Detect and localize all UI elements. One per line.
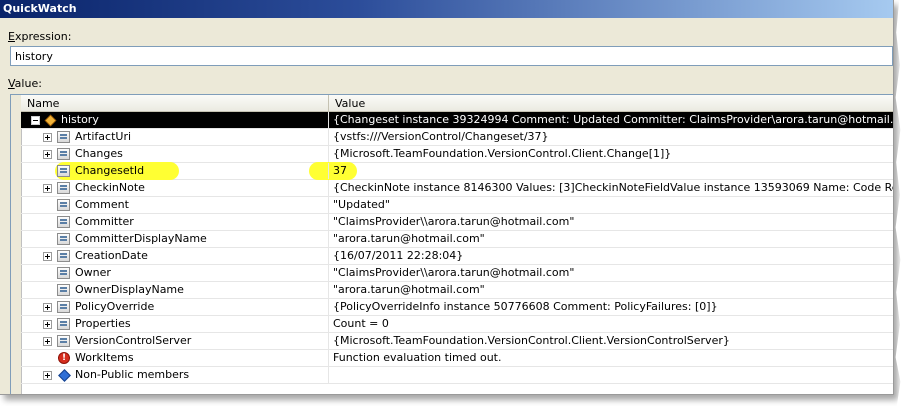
- name-cell: Comment: [21, 197, 329, 213]
- error-icon: !: [58, 352, 70, 364]
- value-cell[interactable]: [329, 367, 893, 383]
- property-icon: [57, 250, 70, 262]
- row-name: Non-Public members: [75, 368, 190, 381]
- table-row-committer[interactable]: Committer "ClaimsProvider\\arora.tarun@h…: [21, 214, 893, 231]
- table-row-versioncontrolserver[interactable]: VersionControlServer {Microsoft.TeamFoun…: [21, 333, 893, 350]
- expand-toggle[interactable]: [43, 150, 52, 159]
- value-cell[interactable]: {PolicyOverrideInfo instance 50776608 Co…: [329, 299, 893, 315]
- value-cell[interactable]: {Microsoft.TeamFoundation.VersionControl…: [329, 146, 893, 162]
- value-cell[interactable]: "ClaimsProvider\\arora.tarun@hotmail.com…: [329, 214, 893, 230]
- row-name: Owner: [75, 266, 111, 279]
- name-cell: OwnerDisplayName: [21, 282, 329, 298]
- value-label: Value:: [8, 77, 42, 90]
- table-row-ownerdisplayname[interactable]: OwnerDisplayName "arora.tarun@hotmail.co…: [21, 282, 893, 299]
- value-cell[interactable]: {Microsoft.TeamFoundation.VersionControl…: [329, 333, 893, 349]
- expand-toggle[interactable]: [43, 303, 52, 312]
- row-name: history: [61, 113, 99, 126]
- value-cell[interactable]: Function evaluation timed out.: [329, 350, 893, 366]
- expand-toggle[interactable]: [43, 337, 52, 346]
- property-icon: [57, 318, 70, 330]
- expression-label: Expression:: [8, 30, 72, 43]
- property-icon: [57, 131, 70, 143]
- non-public-members-icon: [58, 369, 71, 382]
- window-title: QuickWatch: [0, 0, 893, 18]
- row-name: CommitterDisplayName: [75, 232, 207, 245]
- name-cell: CreationDate: [21, 248, 329, 264]
- name-cell: CommitterDisplayName: [21, 231, 329, 247]
- object-icon: [44, 114, 57, 127]
- name-cell: CheckinNote: [21, 180, 329, 196]
- property-icon: [57, 148, 70, 160]
- name-cell: PolicyOverride: [21, 299, 329, 315]
- table-row-non-public-members[interactable]: Non-Public members: [21, 367, 893, 384]
- quickwatch-window: QuickWatch Expression: Value: Name Value…: [0, 0, 894, 395]
- name-cell: ChangesetId: [21, 163, 329, 179]
- name-cell: ArtifactUri: [21, 129, 329, 145]
- property-icon: [57, 284, 70, 296]
- row-name: WorkItems: [75, 351, 134, 364]
- table-row-changesetid[interactable]: ChangesetId 37: [21, 162, 893, 180]
- name-cell: ! WorkItems: [21, 350, 329, 366]
- value-cell[interactable]: {CheckinNote instance 8146300 Values: [3…: [329, 180, 893, 196]
- expand-toggle[interactable]: [43, 184, 52, 193]
- row-name: CheckinNote: [75, 181, 145, 194]
- row-name: Properties: [75, 317, 131, 330]
- table-row-creationdate[interactable]: CreationDate {16/07/2011 22:28:04}: [21, 248, 893, 265]
- column-header-value[interactable]: Value: [329, 95, 893, 112]
- table-row-committerdisplayname[interactable]: CommitterDisplayName "arora.tarun@hotmai…: [21, 231, 893, 248]
- table-row-workitems[interactable]: ! WorkItems Function evaluation timed ou…: [21, 350, 893, 367]
- value-cell[interactable]: {16/07/2011 22:28:04}: [329, 248, 893, 264]
- expression-input[interactable]: [10, 46, 893, 66]
- value-cell[interactable]: "arora.tarun@hotmail.com": [329, 231, 893, 247]
- table-row-properties[interactable]: Properties Count = 0: [21, 316, 893, 333]
- row-name: Changes: [75, 147, 123, 160]
- name-cell: Changes: [21, 146, 329, 162]
- value-cell[interactable]: "Updated": [329, 197, 893, 213]
- name-cell: Non-Public members: [21, 367, 329, 383]
- value-cell[interactable]: Count = 0: [329, 316, 893, 332]
- row-name: Committer: [75, 215, 134, 228]
- table-row-policyoverride[interactable]: PolicyOverride {PolicyOverrideInfo insta…: [21, 299, 893, 316]
- property-icon: [57, 267, 70, 279]
- table-row-history[interactable]: history {Changeset instance 39324994 Com…: [21, 112, 893, 129]
- row-name: CreationDate: [75, 249, 148, 262]
- property-icon: [57, 301, 70, 313]
- property-icon: [57, 182, 70, 194]
- property-icon: [57, 165, 70, 177]
- value-cell[interactable]: "arora.tarun@hotmail.com": [329, 282, 893, 298]
- value-cell[interactable]: "ClaimsProvider\\arora.tarun@hotmail.com…: [329, 265, 893, 281]
- expand-toggle[interactable]: [43, 320, 52, 329]
- value-cell[interactable]: 37: [329, 163, 893, 179]
- expand-toggle[interactable]: [43, 371, 52, 380]
- table-row-checkinnote[interactable]: CheckinNote {CheckinNote instance 814630…: [21, 180, 893, 197]
- property-icon: [57, 233, 70, 245]
- column-header-name[interactable]: Name: [21, 95, 329, 112]
- row-name: OwnerDisplayName: [75, 283, 184, 296]
- table-row-owner[interactable]: Owner "ClaimsProvider\\arora.tarun@hotma…: [21, 265, 893, 282]
- row-name: PolicyOverride: [75, 300, 155, 313]
- property-icon: [57, 216, 70, 228]
- watch-grid[interactable]: Name Value history {Changeset instance 3…: [10, 94, 893, 394]
- table-row-changes[interactable]: Changes {Microsoft.TeamFoundation.Versio…: [21, 146, 893, 163]
- table-row-artifacturi[interactable]: ArtifactUri {vstfs:///VersionControl/Cha…: [21, 129, 893, 146]
- name-cell: Committer: [21, 214, 329, 230]
- expand-toggle[interactable]: [43, 133, 52, 142]
- property-icon: [57, 335, 70, 347]
- name-cell: Properties: [21, 316, 329, 332]
- collapse-toggle[interactable]: [31, 116, 40, 125]
- name-cell: Owner: [21, 265, 329, 281]
- property-icon: [57, 199, 70, 211]
- name-cell: VersionControlServer: [21, 333, 329, 349]
- row-name: VersionControlServer: [75, 334, 192, 347]
- name-cell: history: [21, 112, 329, 128]
- grid-rows: history {Changeset instance 39324994 Com…: [21, 112, 893, 384]
- value-cell[interactable]: {vstfs:///VersionControl/Changeset/37}: [329, 129, 893, 145]
- row-name: ChangesetId: [75, 164, 145, 177]
- row-name: Comment: [75, 198, 129, 211]
- value-cell[interactable]: {Changeset instance 39324994 Comment: Up…: [329, 112, 893, 128]
- expand-toggle[interactable]: [43, 252, 52, 261]
- table-row-comment[interactable]: Comment "Updated": [21, 197, 893, 214]
- row-name: ArtifactUri: [75, 130, 132, 143]
